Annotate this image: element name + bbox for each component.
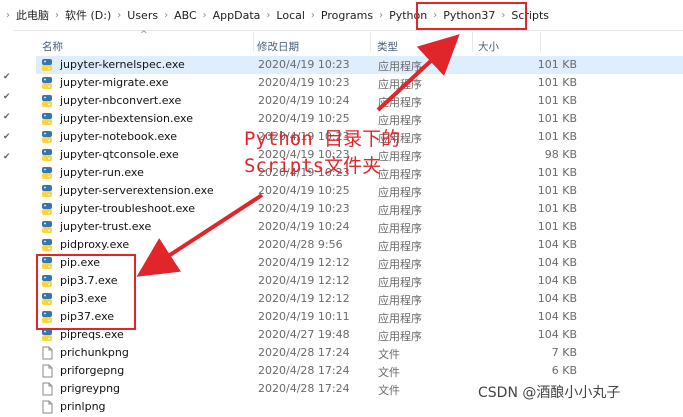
arrow-to-scripts — [376, 34, 460, 112]
arrow-to-pip — [136, 193, 264, 277]
watermark: CSDN @酒酿小小丸子 — [478, 385, 621, 401]
annotation-arrows — [136, 34, 460, 277]
